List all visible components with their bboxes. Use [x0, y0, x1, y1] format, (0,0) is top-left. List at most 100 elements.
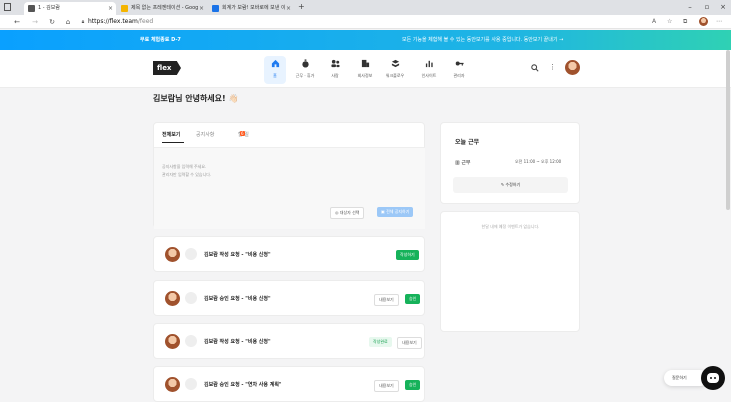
tab-favicon-icon: [28, 5, 35, 12]
nav-people[interactable]: 사람: [324, 56, 346, 84]
select-target-label: 대상자 선택: [339, 210, 360, 215]
user-avatar[interactable]: [565, 60, 580, 75]
feed-item[interactable]: 김보람 작성 요청 - "비용 신청" 작성완료 내용보기: [153, 323, 425, 359]
browser-tab-3[interactable]: 회계가 보람! 모바로에 보낸 이 ×: [208, 2, 294, 15]
tab-notice[interactable]: 공지사항: [196, 131, 214, 138]
today-work-title: 오늘 근무: [455, 139, 480, 146]
browser-tab-1[interactable]: 1 - 김보람 ×: [24, 2, 116, 15]
nav-home[interactable]: 홈: [264, 56, 286, 84]
feed-item-title: 김보람 작성 요청 - "비용 신청": [204, 339, 271, 345]
approve-button[interactable]: 승인: [405, 294, 421, 304]
view-content-button[interactable]: 내용보기: [374, 380, 399, 392]
close-tab-icon[interactable]: ×: [199, 2, 204, 15]
no-events-text: 한달 내에 예정 이벤트가 없습니다.: [481, 224, 540, 229]
tab-title: 제목 없는 프레젠테이션 - Goog: [131, 5, 199, 11]
maximize-icon[interactable]: ▫: [700, 0, 714, 15]
favorites-icon[interactable]: ☆: [667, 18, 672, 25]
browser-tab-2[interactable]: 제목 없는 프레젠테이션 - Goog ×: [117, 2, 207, 15]
edit-work-label: 수정하기: [505, 182, 521, 187]
requester-avatar: [165, 334, 180, 349]
new-tab-icon[interactable]: +: [298, 2, 305, 11]
tab-title: 1 - 김보람: [38, 5, 60, 11]
work-status: ▥ 근무: [455, 159, 471, 166]
nav-work-leave[interactable]: 근무 · 휴가: [294, 56, 316, 84]
nav-label: 근무 · 휴가: [295, 73, 315, 78]
url-host: https://flex.team: [88, 18, 138, 25]
monitor-icon: [185, 248, 197, 260]
read-aloud-icon[interactable]: A: [652, 18, 656, 25]
key-icon: [455, 61, 464, 66]
url-path: /feed: [137, 18, 154, 25]
feed-item[interactable]: 김보람 승인 요청 - "비용 신청" 내용보기 승인: [153, 280, 425, 316]
nav-insight[interactable]: 인사이트: [418, 56, 440, 84]
app-header: flex 홈 근무 · 휴가 사람 회사정보 워크플로우 인사이트 관리자 ⋮: [0, 50, 731, 88]
nav-label: 회사정보: [357, 73, 373, 78]
chat-launcher-button[interactable]: [701, 366, 725, 390]
select-target-button[interactable]: ◎ 대상자 선택: [330, 207, 365, 219]
view-content-button[interactable]: 내용보기: [374, 294, 399, 306]
stopwatch-icon: [301, 59, 309, 68]
more-vertical-icon[interactable]: ⋮: [549, 63, 556, 71]
page-scrollbar[interactable]: [726, 50, 730, 210]
notice-input[interactable]: 공지사항을 입력해 주세요. 관리자만 입력할 수 있습니다. ◎ 대상자 선택…: [154, 147, 425, 229]
trial-banner: 무료 체험종료 D-7 모든 기능을 체험해 볼 수 있는 동안보기를 사용 중…: [0, 30, 731, 50]
slides-favicon-icon: [121, 5, 128, 12]
monitor-icon: [185, 335, 197, 347]
work-time: 오전 11:00 ~ 오후 12:00: [515, 159, 562, 164]
home-browser-icon[interactable]: ⌂: [63, 16, 73, 28]
completed-badge: 작성완료: [369, 337, 392, 347]
page-greeting: 김보람님 안녕하세요! 👋🏻: [153, 94, 239, 103]
feed-item[interactable]: 김보람 작성 요청 - "비용 신청" 작성하기: [153, 236, 425, 272]
post-notice-button[interactable]: ▣ 전체 공지하기: [377, 207, 414, 217]
flex-logo[interactable]: flex: [153, 61, 181, 75]
view-content-button[interactable]: 내용보기: [397, 337, 422, 349]
vacation-icon: [185, 378, 197, 390]
nav-label: 인사이트: [421, 73, 437, 78]
feed-item[interactable]: 김보람 승인 요청 - "연차 사용 계획" 내용보기 승인: [153, 366, 425, 402]
todo-count-badge: 6: [240, 131, 245, 136]
address-bar[interactable]: https://flex.team/feed: [88, 16, 153, 28]
home-icon: [271, 59, 279, 68]
chat-bubble-icon: [707, 373, 719, 383]
feed-item-title: 김보람 승인 요청 - "비용 신청": [204, 296, 271, 302]
upcoming-events-card: 한달 내에 예정 이벤트가 없습니다.: [440, 211, 580, 332]
lock-icon: 🔒︎: [81, 19, 85, 25]
stack-icon: [391, 59, 399, 68]
browser-profile-avatar[interactable]: [699, 17, 708, 26]
nav-label: 홈: [273, 73, 277, 78]
tab-title: 회계가 보람! 모바로에 보낸 이: [222, 5, 286, 11]
people-icon: [330, 59, 340, 68]
close-window-icon[interactable]: ×: [716, 0, 730, 15]
edit-work-button[interactable]: ✎ 수정하기: [453, 177, 568, 193]
requester-avatar: [165, 247, 180, 262]
close-tab-icon[interactable]: ×: [286, 2, 291, 15]
write-button[interactable]: 작성하기: [396, 250, 419, 260]
post-notice-label: 전체 공지하기: [386, 209, 410, 214]
feed-composer-card: 전체보기 공지사항 할 일6 공지사항을 입력해 주세요. 관리자만 입력할 수…: [153, 122, 425, 229]
search-icon[interactable]: [531, 64, 539, 72]
collections-icon[interactable]: ⧉: [683, 18, 687, 26]
tab-all[interactable]: 전체보기: [162, 131, 180, 138]
back-icon[interactable]: ←: [12, 16, 22, 28]
nav-admin[interactable]: 관리자: [448, 56, 470, 84]
feed-item-title: 김보람 승인 요청 - "연차 사용 계획": [204, 382, 282, 388]
notice-placeholder-line2: 관리자만 입력할 수 있습니다.: [162, 172, 212, 177]
more-menu-icon[interactable]: ⋯: [716, 18, 722, 25]
requester-avatar: [165, 377, 180, 392]
reload-icon[interactable]: ↻: [47, 16, 57, 28]
minimize-icon[interactable]: –: [683, 0, 697, 15]
forward-icon[interactable]: →: [30, 16, 40, 28]
nav-company[interactable]: 회사정보: [354, 56, 376, 84]
site-favicon-icon: [212, 5, 219, 12]
today-work-card: 오늘 근무 ▥ 근무 오전 11:00 ~ 오후 12:00 ✎ 수정하기: [440, 122, 580, 204]
browser-navbar: ← → ↻ ⌂ 🔒︎ https://flex.team/feed A ☆ ⧉ …: [0, 15, 731, 29]
approve-button[interactable]: 승인: [405, 380, 421, 390]
bar-chart-icon: [425, 60, 433, 68]
preview-mode-notice[interactable]: 모든 기능을 체험해 볼 수 있는 동안보기를 사용 중입니다. 동안보기 끝내…: [402, 30, 563, 50]
close-tab-icon[interactable]: ×: [108, 2, 113, 15]
active-tab-indicator: [162, 142, 184, 143]
notice-placeholder-line1: 공지사항을 입력해 주세요.: [162, 164, 207, 169]
building-icon: [361, 59, 369, 68]
nav-workflow[interactable]: 워크플로우: [384, 56, 406, 84]
sidebar-toggle-icon[interactable]: [4, 3, 11, 11]
